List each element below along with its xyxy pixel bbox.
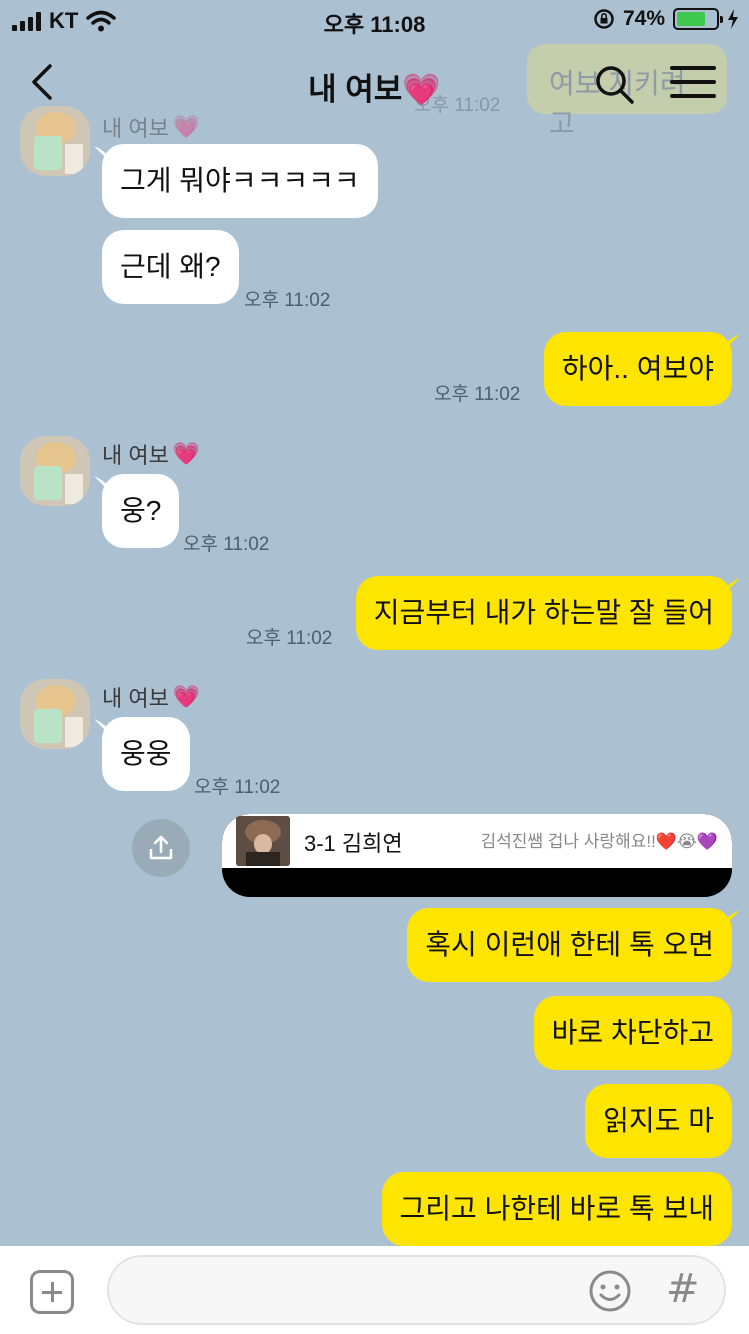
message-time: 오후 11:02 — [194, 777, 281, 798]
chat-title-text: 내 여보 — [308, 72, 403, 107]
sender-name: 내 여보 💗 — [102, 111, 200, 143]
hash-icon[interactable]: # — [666, 1266, 700, 1312]
message-bubble[interactable]: 웅웅 — [102, 717, 190, 791]
heart-icon: 💗 — [402, 72, 441, 107]
message-bubble[interactable]: 하아.. 여보야 — [543, 332, 732, 406]
message-bubble[interactable]: 혹시 이런애 한테 톡 오면 — [407, 908, 732, 982]
menu-icon[interactable] — [670, 66, 716, 102]
message-bubble[interactable]: 읽지도 마 — [585, 1084, 732, 1158]
message-time: 오후 11:02 — [183, 534, 270, 555]
battery-percent: 74% — [622, 7, 665, 30]
bubble-tail — [722, 910, 740, 928]
share-button[interactable] — [132, 819, 190, 877]
shared-profile-card[interactable]: 3-1 김희연 김석진쌤 겁나 사랑해요!!❤️😭💜 — [222, 814, 732, 897]
sender-name-text: 내 여보 — [102, 443, 169, 468]
shared-profile-header: 3-1 김희연 김석진쌤 겁나 사랑해요!!❤️😭💜 — [222, 814, 732, 868]
status-bar: KT 오후 11:08 74% — [0, 0, 749, 40]
chat-title: 내 여보💗 — [0, 64, 749, 109]
message-bubble[interactable]: 근데 왜? — [102, 230, 239, 304]
message-bubble[interactable]: 그게 뭐야ㅋㅋㅋㅋㅋ — [102, 144, 378, 218]
share-icon — [149, 835, 173, 860]
charging-bolt-icon — [728, 9, 738, 29]
message-bubble[interactable]: 그리고 나한테 바로 톡 보내 — [381, 1172, 732, 1246]
heart-icon: 💗 — [172, 684, 201, 709]
bubble-tail — [722, 334, 740, 352]
plus-icon[interactable] — [30, 1270, 74, 1314]
shared-profile-status: 김석진쌤 겁나 사랑해요!!❤️😭💜 — [480, 832, 719, 851]
message-bubble[interactable]: 바로 차단하고 — [533, 996, 732, 1070]
emoji-icon[interactable] — [588, 1269, 632, 1313]
input-bar: # — [0, 1246, 749, 1334]
avatar[interactable] — [20, 679, 90, 749]
avatar[interactable] — [20, 436, 90, 506]
search-icon[interactable] — [592, 62, 636, 106]
message-time: 오후 11:02 — [434, 384, 521, 405]
message-input[interactable] — [107, 1255, 726, 1325]
shared-profile-name: 3-1 김희연 — [304, 831, 403, 856]
bubble-tail — [722, 578, 740, 596]
message-bubble[interactable]: 웅? — [102, 474, 180, 548]
heart-icon: 💗 — [172, 114, 201, 139]
heart-icon: 💗 — [172, 441, 201, 466]
profile-thumbnail — [236, 816, 290, 866]
message-time: 오후 11:02 — [246, 628, 333, 649]
battery-icon — [673, 8, 723, 30]
sender-name: 내 여보 💗 — [102, 438, 200, 470]
sender-name: 내 여보 💗 — [102, 681, 200, 713]
sender-name-text: 내 여보 — [102, 686, 169, 711]
avatar[interactable] — [20, 106, 90, 176]
message-time: 오후 11:02 — [244, 290, 331, 311]
message-bubble[interactable]: 지금부터 내가 하는말 잘 들어 — [355, 576, 732, 650]
sender-name-text: 내 여보 — [102, 116, 169, 141]
rotation-lock-icon — [594, 9, 614, 29]
